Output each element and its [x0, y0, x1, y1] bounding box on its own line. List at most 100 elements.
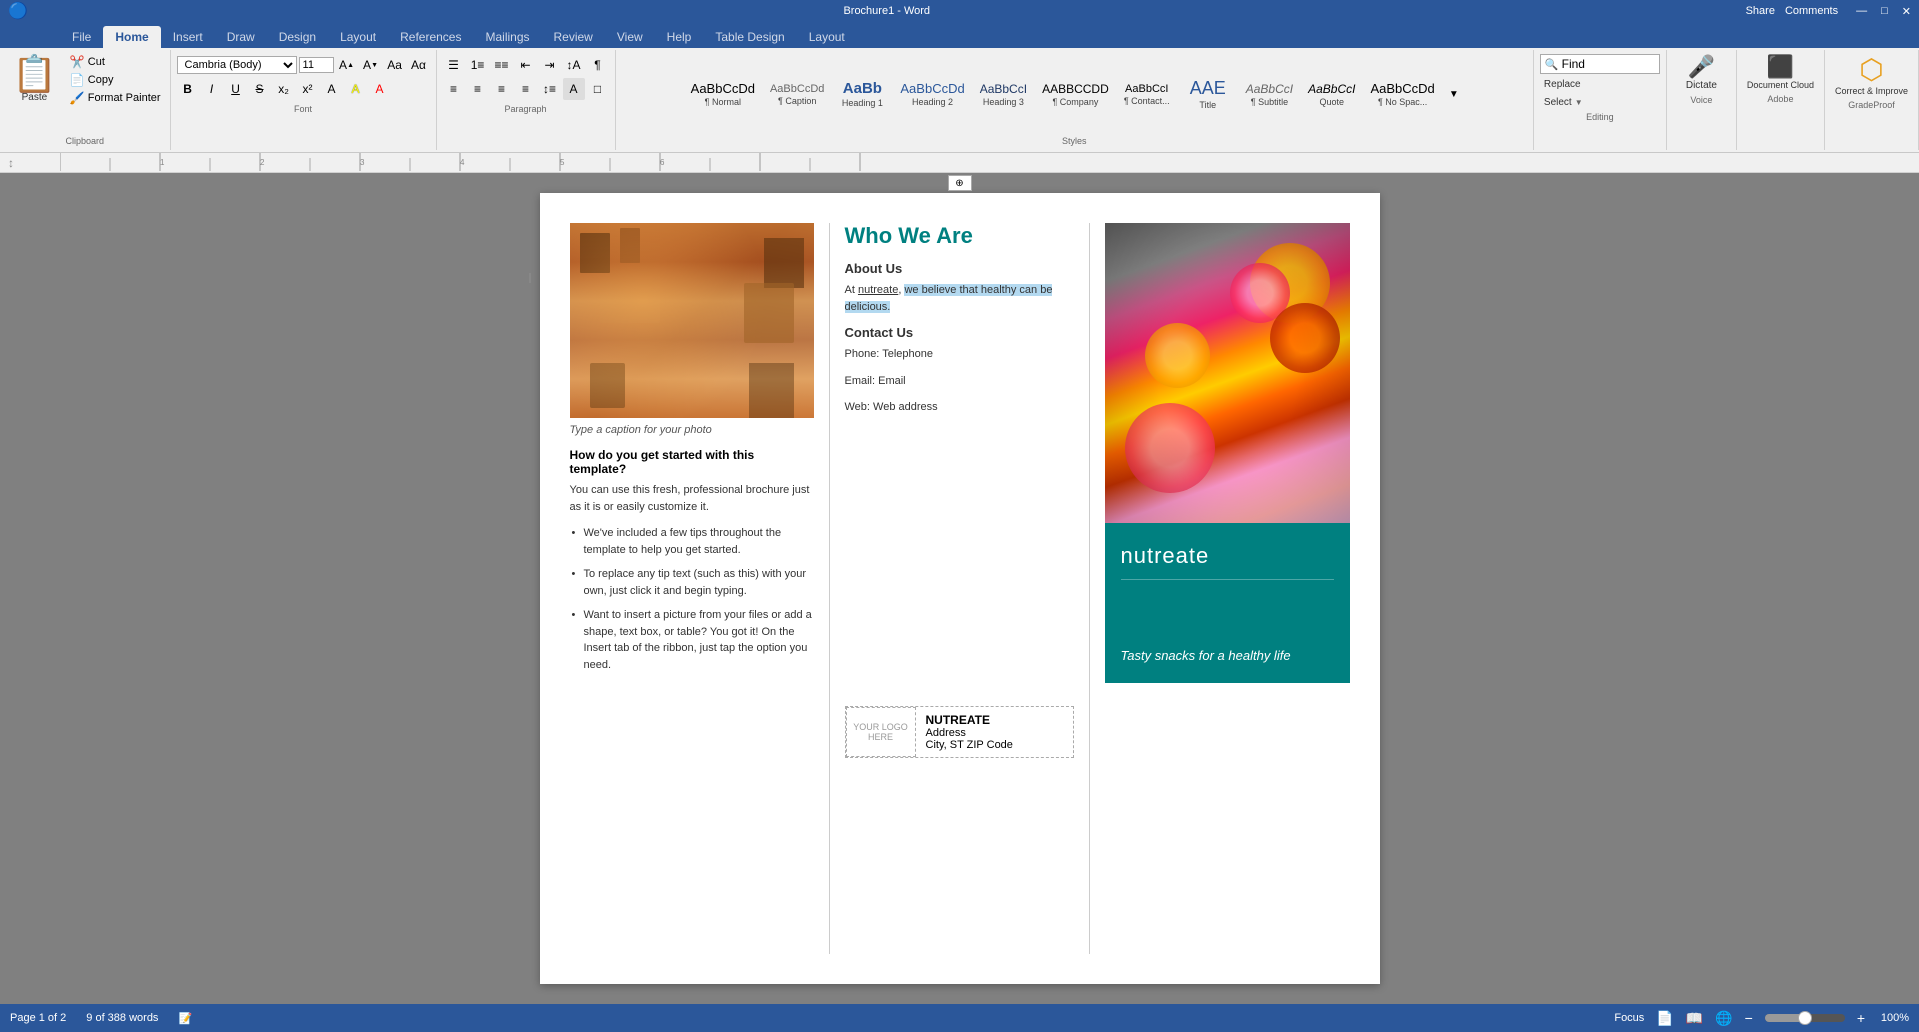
- share-button[interactable]: Share: [1746, 5, 1775, 17]
- align-right-button[interactable]: ≡: [491, 78, 513, 100]
- phone-text[interactable]: Phone: Telephone: [845, 346, 1074, 363]
- zoom-plus-button[interactable]: +: [1857, 1010, 1865, 1026]
- align-left-button[interactable]: ≡: [443, 78, 465, 100]
- focus-label[interactable]: Focus: [1614, 1012, 1644, 1024]
- underline-button[interactable]: U: [225, 78, 247, 100]
- word-count[interactable]: 9 of 388 words: [86, 1012, 158, 1024]
- read-view-icon[interactable]: 📖: [1686, 1010, 1703, 1027]
- style-quote[interactable]: AaBbCcI Quote: [1301, 78, 1362, 111]
- intro-text[interactable]: You can use this fresh, professional bro…: [570, 482, 814, 515]
- cut-button[interactable]: ✂️ Cut: [67, 54, 164, 70]
- about-us-text[interactable]: At nutreate, we believe that healthy can…: [845, 282, 1074, 315]
- bullet-3[interactable]: Want to insert a picture from your files…: [570, 607, 814, 673]
- tab-references[interactable]: References: [388, 26, 473, 48]
- style-heading1[interactable]: AaBb Heading 1: [832, 76, 892, 112]
- format-painter-button[interactable]: 🖌️ Format Painter: [67, 90, 164, 106]
- clear-format-button[interactable]: Aa: [384, 54, 406, 76]
- font-color-button[interactable]: A: [369, 78, 391, 100]
- text-effects-button[interactable]: A: [321, 78, 343, 100]
- styles-scroll-down[interactable]: ▼: [1443, 83, 1465, 105]
- company-name-label[interactable]: NUTREATE: [926, 713, 1013, 727]
- logo-row[interactable]: YOUR LOGO HERE NUTREATE Address City, ST…: [845, 706, 1074, 758]
- show-para-button[interactable]: ¶: [587, 54, 609, 76]
- style-heading2[interactable]: AaBbCcDd Heading 2: [893, 77, 971, 111]
- highlight-button[interactable]: A: [345, 78, 367, 100]
- tagline[interactable]: Tasty snacks for a healthy life: [1121, 648, 1334, 663]
- comments-button[interactable]: Comments: [1785, 5, 1838, 17]
- bullet-1[interactable]: We've included a few tips throughout the…: [570, 525, 814, 558]
- zoom-minus-button[interactable]: −: [1745, 1010, 1753, 1026]
- italic-button[interactable]: I: [201, 78, 223, 100]
- tab-file[interactable]: File: [60, 26, 103, 48]
- email-text[interactable]: Email: Email: [845, 373, 1074, 390]
- tab-insert[interactable]: Insert: [161, 26, 215, 48]
- right-column[interactable]: nutreate Tasty snacks for a healthy life: [1090, 223, 1350, 954]
- zoom-level[interactable]: 100%: [1877, 1012, 1909, 1024]
- left-column[interactable]: Type a caption for your photo How do you…: [570, 223, 830, 954]
- align-center-button[interactable]: ≡: [467, 78, 489, 100]
- superscript-button[interactable]: x²: [297, 78, 319, 100]
- select-button[interactable]: Select ▼: [1540, 95, 1660, 110]
- dictate-button[interactable]: 🎤 Dictate: [1682, 54, 1721, 93]
- font-size-input[interactable]: [299, 57, 334, 73]
- decrease-indent-button[interactable]: ⇤: [515, 54, 537, 76]
- tab-tabledesign[interactable]: Table Design: [703, 26, 796, 48]
- tab-help[interactable]: Help: [655, 26, 704, 48]
- about-us-heading[interactable]: About Us: [845, 261, 1074, 276]
- replace-button[interactable]: Replace: [1540, 77, 1660, 92]
- bullet-2[interactable]: To replace any tip text (such as this) w…: [570, 566, 814, 599]
- font-name-select[interactable]: Cambria (Body): [177, 56, 297, 74]
- photo-caption[interactable]: Type a caption for your photo: [570, 424, 814, 436]
- bullets-button[interactable]: ☰: [443, 54, 465, 76]
- logo-placeholder[interactable]: YOUR LOGO HERE: [846, 707, 916, 757]
- style-subtitle[interactable]: AaBbCcI ¶ Subtitle: [1239, 78, 1300, 111]
- increase-indent-button[interactable]: ⇥: [539, 54, 561, 76]
- city-text[interactable]: City, ST ZIP Code: [926, 739, 1013, 751]
- borders-button[interactable]: □: [587, 78, 609, 100]
- table-move-handle[interactable]: ⊕: [948, 175, 972, 191]
- justify-button[interactable]: ≡: [515, 78, 537, 100]
- tab-home[interactable]: Home: [103, 26, 160, 48]
- document-cloud-button[interactable]: ⬛ Document Cloud: [1743, 54, 1818, 92]
- who-we-are-heading[interactable]: Who We Are: [845, 223, 1074, 249]
- tab-layout2[interactable]: Layout: [797, 26, 857, 48]
- tab-view[interactable]: View: [605, 26, 655, 48]
- numbering-button[interactable]: 1≡: [467, 54, 489, 76]
- multilevel-list-button[interactable]: ≡≡: [491, 54, 513, 76]
- tab-design[interactable]: Design: [267, 26, 328, 48]
- sort-button[interactable]: ↕A: [563, 54, 585, 76]
- teal-brand-box[interactable]: nutreate Tasty snacks for a healthy life: [1105, 523, 1350, 683]
- text-case-button[interactable]: Aα: [408, 54, 430, 76]
- brand-name[interactable]: nutreate: [1121, 543, 1334, 569]
- copy-button[interactable]: 📄 Copy: [67, 72, 164, 88]
- contact-us-heading[interactable]: Contact Us: [845, 325, 1074, 340]
- middle-column[interactable]: Who We Are About Us At nutreate, we beli…: [830, 223, 1090, 954]
- style-nospace[interactable]: AaBbCcDd ¶ No Spac...: [1363, 77, 1441, 111]
- strikethrough-button[interactable]: S: [249, 78, 271, 100]
- address-text[interactable]: Address: [926, 727, 1013, 739]
- style-caption[interactable]: AaBbCcDd ¶ Caption: [763, 79, 831, 110]
- web-view-icon[interactable]: 🌐: [1715, 1010, 1732, 1027]
- tab-review[interactable]: Review: [542, 26, 605, 48]
- paste-button[interactable]: 📋 Paste: [6, 54, 63, 105]
- style-title[interactable]: AAE Title: [1178, 74, 1238, 114]
- style-heading3[interactable]: AaBbCcI Heading 3: [973, 78, 1034, 111]
- getting-started-heading[interactable]: How do you get started with this templat…: [570, 448, 814, 476]
- find-button[interactable]: 🔍 Find: [1540, 54, 1660, 74]
- bold-button[interactable]: B: [177, 78, 199, 100]
- shading-button[interactable]: A: [563, 78, 585, 100]
- tab-layout[interactable]: Layout: [328, 26, 388, 48]
- subscript-button[interactable]: x₂: [273, 78, 295, 100]
- font-grow-button[interactable]: A▲: [336, 54, 358, 76]
- tab-draw[interactable]: Draw: [215, 26, 267, 48]
- web-text[interactable]: Web: Web address: [845, 399, 1074, 416]
- font-shrink-button[interactable]: A▼: [360, 54, 382, 76]
- style-company[interactable]: AABBCCDD ¶ Company: [1035, 78, 1116, 111]
- style-normal[interactable]: AaBbCcDd ¶ Normal: [684, 77, 762, 111]
- layout-view-icon[interactable]: 📄: [1656, 1010, 1673, 1027]
- document-page[interactable]: ⊕ Type a caption for your photo Ho: [540, 193, 1380, 984]
- style-contact[interactable]: AaBbCcI ¶ Contact...: [1117, 79, 1177, 110]
- line-spacing-button[interactable]: ↕≡: [539, 78, 561, 100]
- correct-improve-button[interactable]: ⬡ Correct & Improve: [1831, 54, 1912, 98]
- tab-mailings[interactable]: Mailings: [473, 26, 541, 48]
